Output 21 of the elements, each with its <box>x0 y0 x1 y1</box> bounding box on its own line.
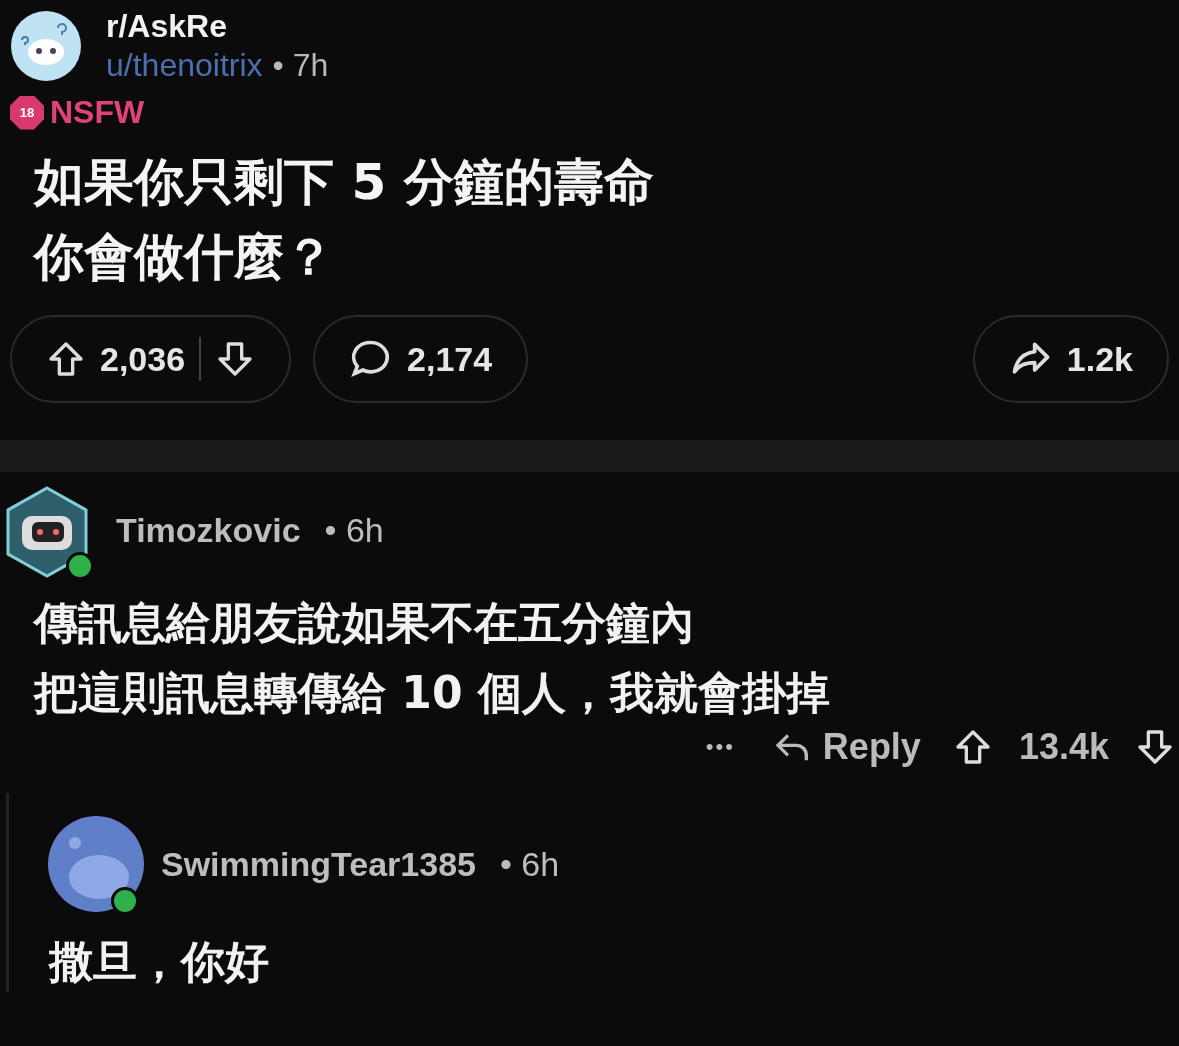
subreddit-icon[interactable] <box>10 10 82 82</box>
upvote-icon[interactable] <box>46 339 86 379</box>
more-options-button[interactable]: ••• <box>699 732 741 761</box>
comment-text: 撒旦，你好 <box>49 934 270 989</box>
comment-time: • 6h <box>499 845 560 885</box>
subreddit-name[interactable]: r/AskRe <box>106 8 329 45</box>
vote-count: 2,036 <box>100 339 186 379</box>
vote-count: 13.4k <box>1018 725 1109 768</box>
age-badge: 18 <box>10 95 44 130</box>
username-link[interactable]: u/thenoitrix <box>106 47 263 84</box>
nsfw-label: NSFW <box>50 94 145 131</box>
post-time: • 7h <box>272 47 329 84</box>
share-button[interactable]: 1.2k <box>972 315 1169 403</box>
comment-time: • 6h <box>324 510 384 550</box>
comment-author[interactable]: Timozkovic <box>116 510 301 550</box>
comment-author[interactable]: SwimmingTear1385 <box>161 845 476 885</box>
comments-button[interactable]: 2,174 <box>313 315 529 403</box>
reply-button[interactable]: Reply <box>766 724 927 769</box>
comment-text: 傳訊息給朋友說如果不在五分鐘內 把這則訊息轉傳給 10 個人，我就會掛掉 <box>34 596 831 721</box>
avatar-icon <box>47 814 145 913</box>
post-title: 如果你只剩下 5 分鐘的壽命 你會做什麼？ <box>34 152 655 288</box>
